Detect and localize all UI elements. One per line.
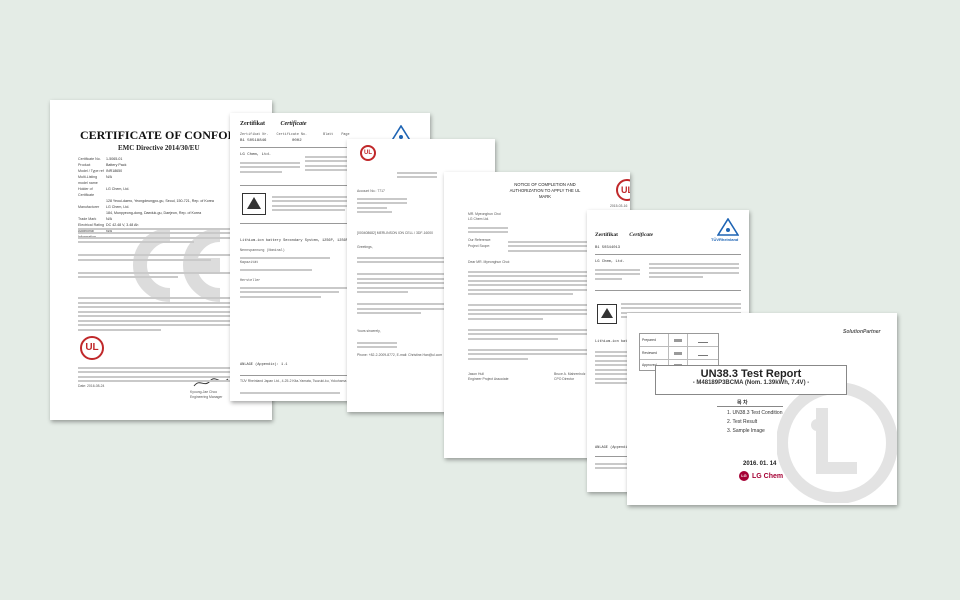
doc3-closing: Yours sincerely, — [357, 329, 381, 333]
approval-stamp — [669, 347, 688, 359]
ul-mark-icon: UL — [80, 336, 104, 360]
field-value: LG Chem, Ltd. — [106, 187, 130, 191]
doc2-holder-address — [240, 159, 300, 175]
doc4-title: NOTICE OF COMPLETION AND AUTHORIZATION T… — [509, 182, 581, 199]
cert-no-label-en: Certificate No. — [276, 133, 308, 137]
certificate-label: Certificate — [280, 121, 307, 127]
doc5-tuv-mark-icon — [597, 304, 617, 324]
doc1-field-row: Multi-Listing model name N/A — [78, 174, 238, 186]
toc-item[interactable]: 3. Sample Image — [727, 427, 783, 436]
report-title: UN38.3 Test Report — [700, 368, 802, 380]
toc-list: 1. UN38.3 Test Condition 2. Test Result … — [727, 409, 783, 436]
un383-test-report-doc[interactable]: SolutionPartner Prepared Reviewed Approv… — [627, 313, 897, 505]
approval-row-label: Prepared — [640, 334, 669, 346]
doc3-address — [357, 195, 407, 216]
doc5-mid-rule — [595, 290, 741, 291]
doc2-tuv-mark-icon — [242, 193, 266, 215]
doc5-title: Zertifikat Certificate — [595, 232, 653, 238]
doc2-title: Zertifikat Certificate — [240, 121, 307, 127]
approval-stamp — [669, 334, 688, 346]
doc3-greeting: Greetings, — [357, 245, 373, 249]
zertifikat-label: Zertifikat — [240, 121, 265, 127]
doc3-header-lines — [397, 169, 437, 181]
doc2-battery-label: Lithium-ion battery Secondary System, 12… — [240, 239, 355, 243]
toc-rule — [717, 406, 783, 407]
doc2-footer-lines — [240, 389, 340, 396]
lg-chem-brand: LG LG Chem — [739, 471, 783, 481]
zertifikat-label: Zertifikat — [595, 232, 618, 238]
page-label: Blatt — [323, 133, 334, 137]
approval-row: Prepared — [640, 334, 718, 347]
lg-chem-label: LG Chem — [752, 472, 784, 480]
doc5-right-column — [649, 260, 739, 281]
doc5-brand: TÜVRheinland — [711, 237, 739, 242]
certificate-label: Certificate — [629, 232, 654, 238]
doc6-brand: SolutionPartner — [843, 329, 881, 335]
doc3-account: Account No.: 7717 — [357, 189, 385, 193]
doc1-date: Date: 2016-08-24 — [78, 384, 105, 388]
doc4-our-ref-label: Our Reference: — [468, 238, 492, 242]
doc5-cert-no: B1 50344013 — [595, 246, 621, 250]
doc2-page-no: 0002 — [292, 139, 302, 143]
doc2-holder: LG Chem, Ltd. — [240, 153, 272, 157]
doc1-subtitle: EMC Directive 2014/30/EU — [118, 144, 200, 152]
lg-logo-icon: LG — [739, 471, 749, 481]
doc5-header-rule — [595, 254, 741, 255]
doc1-signer-role: Engineering Manager — [190, 395, 223, 399]
doc4-signed1-role: Engineer Project Associate — [468, 377, 509, 381]
approval-row: Reviewed — [640, 347, 718, 360]
ul-mark-icon: UL — [616, 179, 630, 201]
page-label-en: Page — [341, 133, 350, 137]
toc-header: 목 차 — [737, 400, 748, 406]
doc4-date: 2015-03-16 — [610, 204, 628, 208]
doc5-holder-lines — [595, 266, 640, 282]
doc2-cert-no-labels: Zertifikat Nr. Certificate No. Blatt Pag… — [240, 133, 350, 137]
doc4-company: LG Chem Ltd. — [468, 217, 490, 221]
field-value: 184, Munpyeong-dong, Daeduk-gu, Daejeon,… — [106, 211, 202, 215]
report-date: 2016. 01. 14 — [743, 461, 777, 467]
approval-signature — [688, 334, 718, 346]
approval-row-label: Reviewed — [640, 347, 669, 359]
doc4-address-lines — [468, 224, 508, 236]
toc-item[interactable]: 2. Test Result — [727, 418, 783, 427]
doc1-field-row: Holder of Certificate LG Chem, Ltd. — [78, 186, 238, 198]
doc1-body-text — [78, 225, 244, 333]
doc4-dear: Dear MR. Myeonghun Choi: — [468, 260, 511, 264]
report-title-box: UN38.3 Test Report - M48189P3BCMA (Nom. … — [655, 365, 847, 395]
field-key: Holder of Certificate — [78, 187, 95, 197]
ul-mark-icon: UL — [360, 145, 376, 161]
report-model: - M48189P3BCMA (Nom. 1.39kWh, 7.4V) - — [692, 380, 810, 386]
tuv-triangle-icon — [717, 218, 739, 236]
cert-no-label: Zertifikat Nr. — [240, 133, 269, 137]
doc2-cert-no: B1 50518846 — [240, 139, 267, 143]
field-key: Multi-Listing model name — [78, 175, 98, 185]
doc5-holder: LG Chem, Ltd. — [595, 260, 625, 264]
doc3-sign-lines — [357, 339, 397, 351]
doc1-footer-text — [78, 364, 244, 385]
toc-item[interactable]: 1. UN38.3 Test Condition — [727, 409, 783, 418]
doc4-signed2-role: CPO Director — [554, 377, 575, 381]
lg-watermark-icon — [777, 383, 897, 503]
doc2-anlage: ANLAGE (Appendix): 1.1 — [240, 363, 288, 367]
approval-signature — [688, 347, 718, 359]
field-value: N/A — [106, 175, 112, 179]
doc4-project-scope-label: Project Scope: — [468, 244, 491, 248]
